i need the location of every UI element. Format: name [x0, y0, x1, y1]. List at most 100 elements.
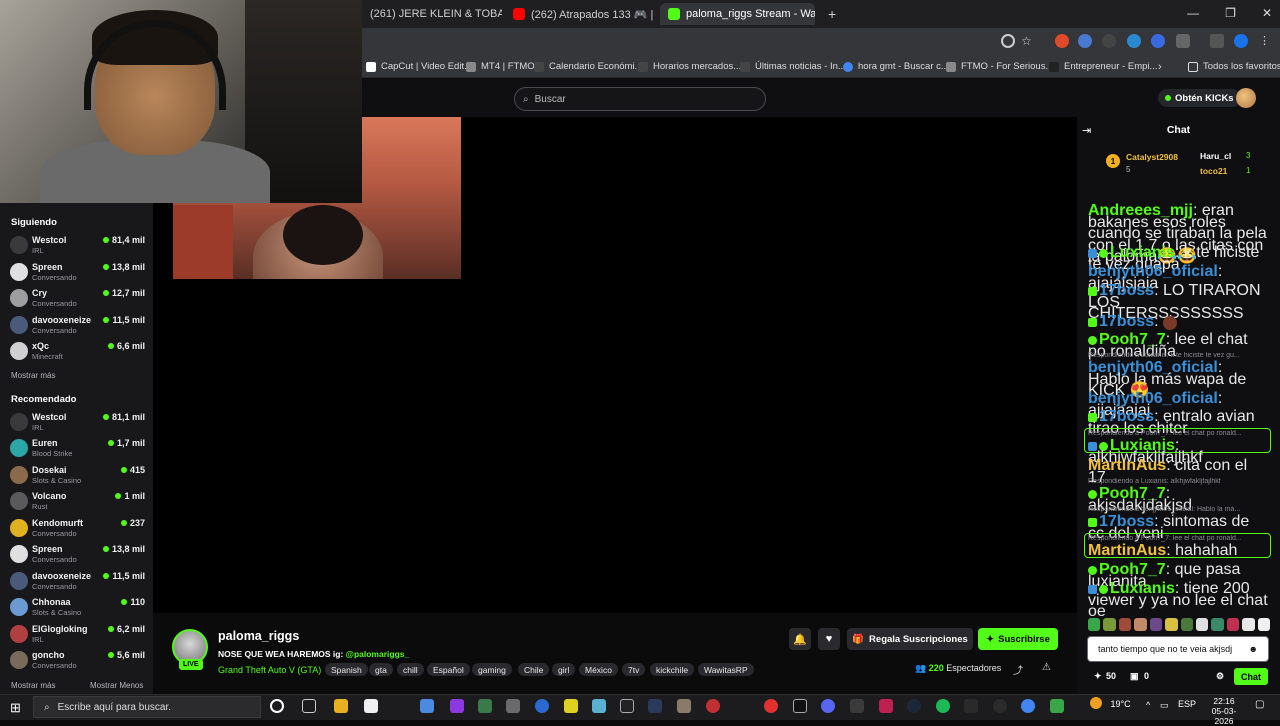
sidebar-channel[interactable]: Spreen Conversando 13,8 mil — [10, 260, 145, 284]
file-explorer-icon[interactable] — [334, 699, 348, 713]
stream-tag[interactable]: kickchile — [650, 663, 695, 676]
spotify-icon[interactable] — [936, 699, 950, 713]
extension-icon[interactable] — [1127, 34, 1141, 48]
following-show-more[interactable]: Mostrar más — [11, 371, 55, 380]
new-tab-button[interactable]: + — [820, 3, 840, 25]
minecraft-icon[interactable] — [1050, 699, 1064, 713]
share-icon[interactable]: ⤴ — [1013, 662, 1023, 677]
emote-icon[interactable] — [1088, 618, 1101, 631]
notepad-icon[interactable] — [364, 699, 378, 713]
subscribe-button[interactable]: ✦ Suscribirse — [978, 628, 1058, 650]
app-icon[interactable] — [648, 699, 662, 713]
bookmark-item[interactable]: Últimas noticias - In... — [740, 61, 846, 72]
bookmark-item[interactable]: Horarios mercados... — [638, 61, 741, 72]
twitch-icon[interactable] — [450, 699, 464, 713]
emote-icon[interactable] — [1134, 618, 1147, 631]
sticky-notes-icon[interactable] — [564, 699, 578, 713]
browser-tab-1[interactable]: (261) JERE KLEIN & TOBAL MJ ... — [362, 3, 502, 25]
follow-button[interactable]: ♥ — [818, 628, 840, 650]
stream-tag[interactable]: Spanish — [325, 663, 368, 676]
discord-icon[interactable] — [821, 699, 835, 713]
recommended-show-less[interactable]: Mostrar Menos — [90, 681, 143, 690]
zoom-icon[interactable] — [1001, 34, 1015, 48]
extension-icon[interactable] — [1102, 34, 1116, 48]
extensions-puzzle-icon[interactable] — [1176, 34, 1190, 48]
bookmarks-overflow-button[interactable]: › — [1158, 61, 1162, 73]
stream-tag[interactable]: Español — [427, 663, 470, 676]
tiktok-icon[interactable] — [793, 699, 807, 713]
sidebar-channel[interactable]: goncho Conversando 5,6 mil — [10, 648, 145, 672]
app-icon[interactable] — [993, 699, 1007, 713]
extension-icon[interactable] — [1055, 34, 1069, 48]
zoom-app-icon[interactable] — [535, 699, 549, 713]
sidebar-channel[interactable]: Chhonaa Slots & Casino 110 — [10, 595, 145, 619]
sidebar-channel[interactable]: xQc Minecraft 6,6 mil — [10, 339, 145, 363]
bookmark-item[interactable]: Calendario Económi... — [534, 61, 642, 72]
task-view-icon[interactable] — [302, 699, 316, 713]
stream-tag[interactable]: Chile — [518, 663, 550, 676]
stream-tag[interactable]: chill — [397, 663, 424, 676]
cortana-icon[interactable] — [270, 699, 284, 713]
opera-icon[interactable] — [764, 699, 778, 713]
leaderboard-user[interactable]: toco21 — [1200, 166, 1227, 176]
app-icon[interactable] — [850, 699, 864, 713]
emote-icon[interactable] — [1165, 618, 1178, 631]
bookmark-item[interactable]: FTMO - For Serious... — [946, 61, 1053, 72]
copilot-icon[interactable] — [420, 699, 434, 713]
sidebar-channel[interactable]: Dosekai Slots & Casino 415 — [10, 463, 145, 487]
sidebar-channel[interactable]: davooxeneize Conversando 11,5 mil — [10, 569, 145, 593]
emoji-picker-icon[interactable]: ☻ — [1249, 644, 1258, 654]
sidebar-channel[interactable]: Westcol IRL 81,1 mil — [10, 410, 145, 434]
recommended-show-more[interactable]: Mostrar más — [11, 681, 55, 690]
stream-tag[interactable]: 7tv — [622, 663, 646, 676]
sidebar-channel[interactable]: davooxeneize Conversando 11,5 mil — [10, 313, 145, 337]
chat-settings-gear-icon[interactable]: ⚙ — [1216, 671, 1224, 682]
translate-icon[interactable] — [1078, 34, 1092, 48]
streamer-name[interactable]: paloma_riggs — [218, 629, 299, 643]
bookmark-item[interactable]: Entrepreneur - Empi... — [1049, 61, 1157, 72]
stream-tag[interactable]: girl — [552, 663, 576, 676]
chrome-icon[interactable] — [1021, 699, 1035, 713]
app-icon[interactable] — [592, 699, 606, 713]
all-favorites-button[interactable]: Todos los favoritos — [1188, 61, 1280, 72]
stream-category-link[interactable]: Grand Theft Auto V (GTA) — [218, 665, 321, 675]
capcut-icon[interactable] — [620, 699, 634, 713]
more-options-icon[interactable]: ⋮ — [1259, 34, 1273, 48]
clock[interactable]: 22:16 05-03-2026 — [1206, 696, 1242, 726]
emote-icon[interactable] — [1226, 618, 1240, 631]
sidebar-channel[interactable]: Euren Blood Strike 1,7 mil — [10, 436, 145, 460]
instagram-link[interactable]: @palomariggs_ — [346, 649, 410, 659]
sidebar-channel[interactable]: Volcano Rust 1 mil — [10, 489, 145, 513]
chat-username[interactable]: MartinAus — [1088, 542, 1166, 559]
user-avatar[interactable] — [1236, 88, 1256, 108]
sidebar-channel[interactable]: Cry Conversando 12,7 mil — [10, 286, 145, 310]
emote-icon[interactable] — [1242, 618, 1255, 631]
sidebar-channel[interactable]: Westcol IRL 81,4 mil — [10, 233, 145, 257]
bookmark-item[interactable]: hora gmt - Buscar c... — [843, 61, 949, 72]
browser-tab-2[interactable]: (262) Atrapados 133 🎮 | Cap... ✕ — [505, 3, 655, 25]
stream-tag[interactable]: México — [579, 663, 618, 676]
chat-input[interactable]: tanto tiempo que no te veia akjsdj ☻ — [1087, 636, 1269, 662]
sidebar-channel[interactable]: Spreen Conversando 13,8 mil — [10, 542, 145, 566]
emote-icon[interactable] — [1257, 618, 1271, 631]
chat-username[interactable]: 17boss — [1099, 313, 1154, 330]
sidebar-channel[interactable]: ElGlogloking IRL 6,2 mil — [10, 622, 145, 646]
reading-list-icon[interactable] — [1210, 34, 1224, 48]
send-chat-button[interactable]: Chat — [1234, 668, 1268, 685]
app-icon[interactable] — [706, 699, 720, 713]
minimize-icon[interactable]: — — [1187, 6, 1199, 20]
bookmark-star-icon[interactable]: ☆ — [1021, 34, 1035, 48]
emote-icon[interactable] — [1103, 618, 1116, 631]
stream-tag[interactable]: WawitasRP — [698, 663, 754, 676]
bookmark-item[interactable]: MT4 | FTMO — [466, 61, 535, 72]
steam-icon[interactable] — [907, 699, 921, 713]
maximize-icon[interactable]: ❐ — [1225, 6, 1236, 20]
profile-icon[interactable] — [1234, 34, 1248, 48]
windows-start-icon[interactable]: ⊞ — [10, 700, 21, 716]
taskbar-search-input[interactable]: ⌕ Escribe aquí para buscar. — [33, 696, 261, 718]
emote-icon[interactable] — [1180, 618, 1193, 631]
sidebar-channel[interactable]: Kendomurft Conversando 237 — [10, 516, 145, 540]
close-window-icon[interactable]: ✕ — [1262, 6, 1272, 20]
bookmark-item[interactable]: CapCut | Video Edit... — [366, 61, 472, 72]
emote-icon[interactable] — [1211, 618, 1224, 631]
